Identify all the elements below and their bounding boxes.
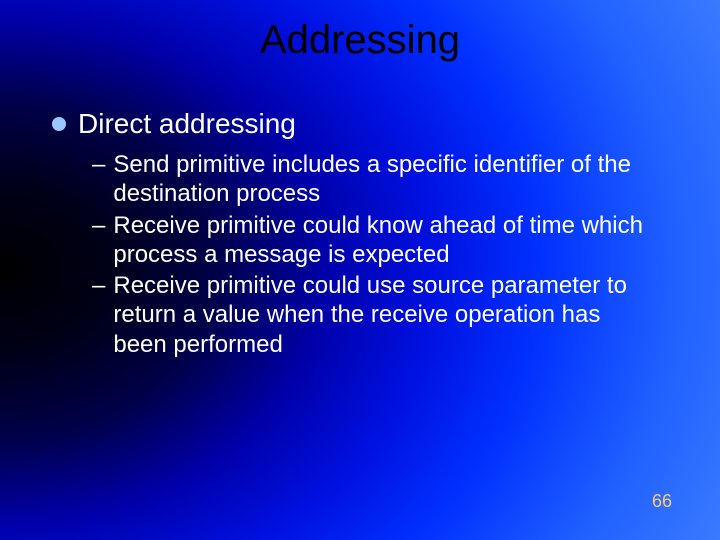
subpoint: – Send primitive includes a specific ide… [92, 150, 680, 209]
dash-icon: – [92, 211, 105, 270]
subpoint-text: Receive primitive could know ahead of ti… [113, 211, 653, 270]
page-number: 66 [652, 491, 672, 512]
dash-icon: – [92, 271, 105, 359]
subpoint: – Receive primitive could know ahead of … [92, 211, 680, 270]
subpoint: – Receive primitive could use source par… [92, 271, 680, 359]
subpoints-list: – Send primitive includes a specific ide… [92, 150, 680, 359]
subpoint-text: Receive primitive could use source param… [113, 271, 653, 359]
subpoint-text: Send primitive includes a specific ident… [113, 150, 653, 209]
bullet-text: Direct addressing [78, 108, 296, 140]
dash-icon: – [92, 150, 105, 209]
slide-title: Addressing [0, 18, 720, 63]
bullet-level-1: Direct addressing [52, 108, 680, 140]
slide: Addressing Direct addressing – Send prim… [0, 0, 720, 540]
bullet-dot-icon [52, 117, 66, 131]
content-area: Direct addressing – Send primitive inclu… [52, 108, 680, 361]
